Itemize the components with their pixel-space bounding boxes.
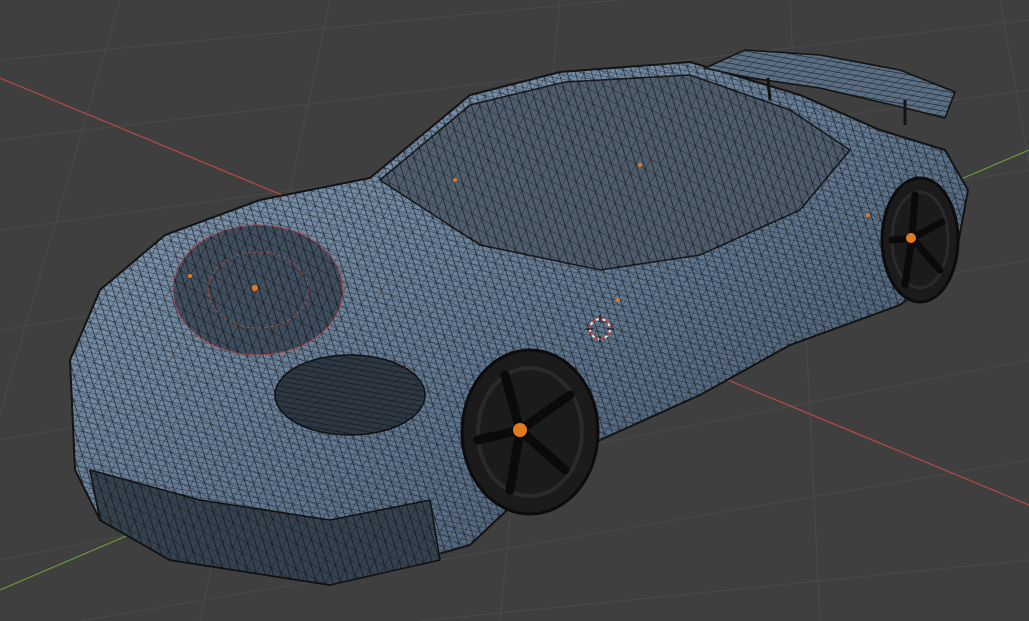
wheel-hub-selected-icon xyxy=(513,423,527,437)
rear-wheel[interactable] xyxy=(880,176,960,304)
rear-hub-selected-icon xyxy=(906,233,916,243)
3d-viewport[interactable] xyxy=(0,0,1029,621)
front-wheel[interactable] xyxy=(460,348,600,516)
viewport-canvas[interactable] xyxy=(0,0,1029,621)
car-mesh[interactable] xyxy=(68,49,970,587)
